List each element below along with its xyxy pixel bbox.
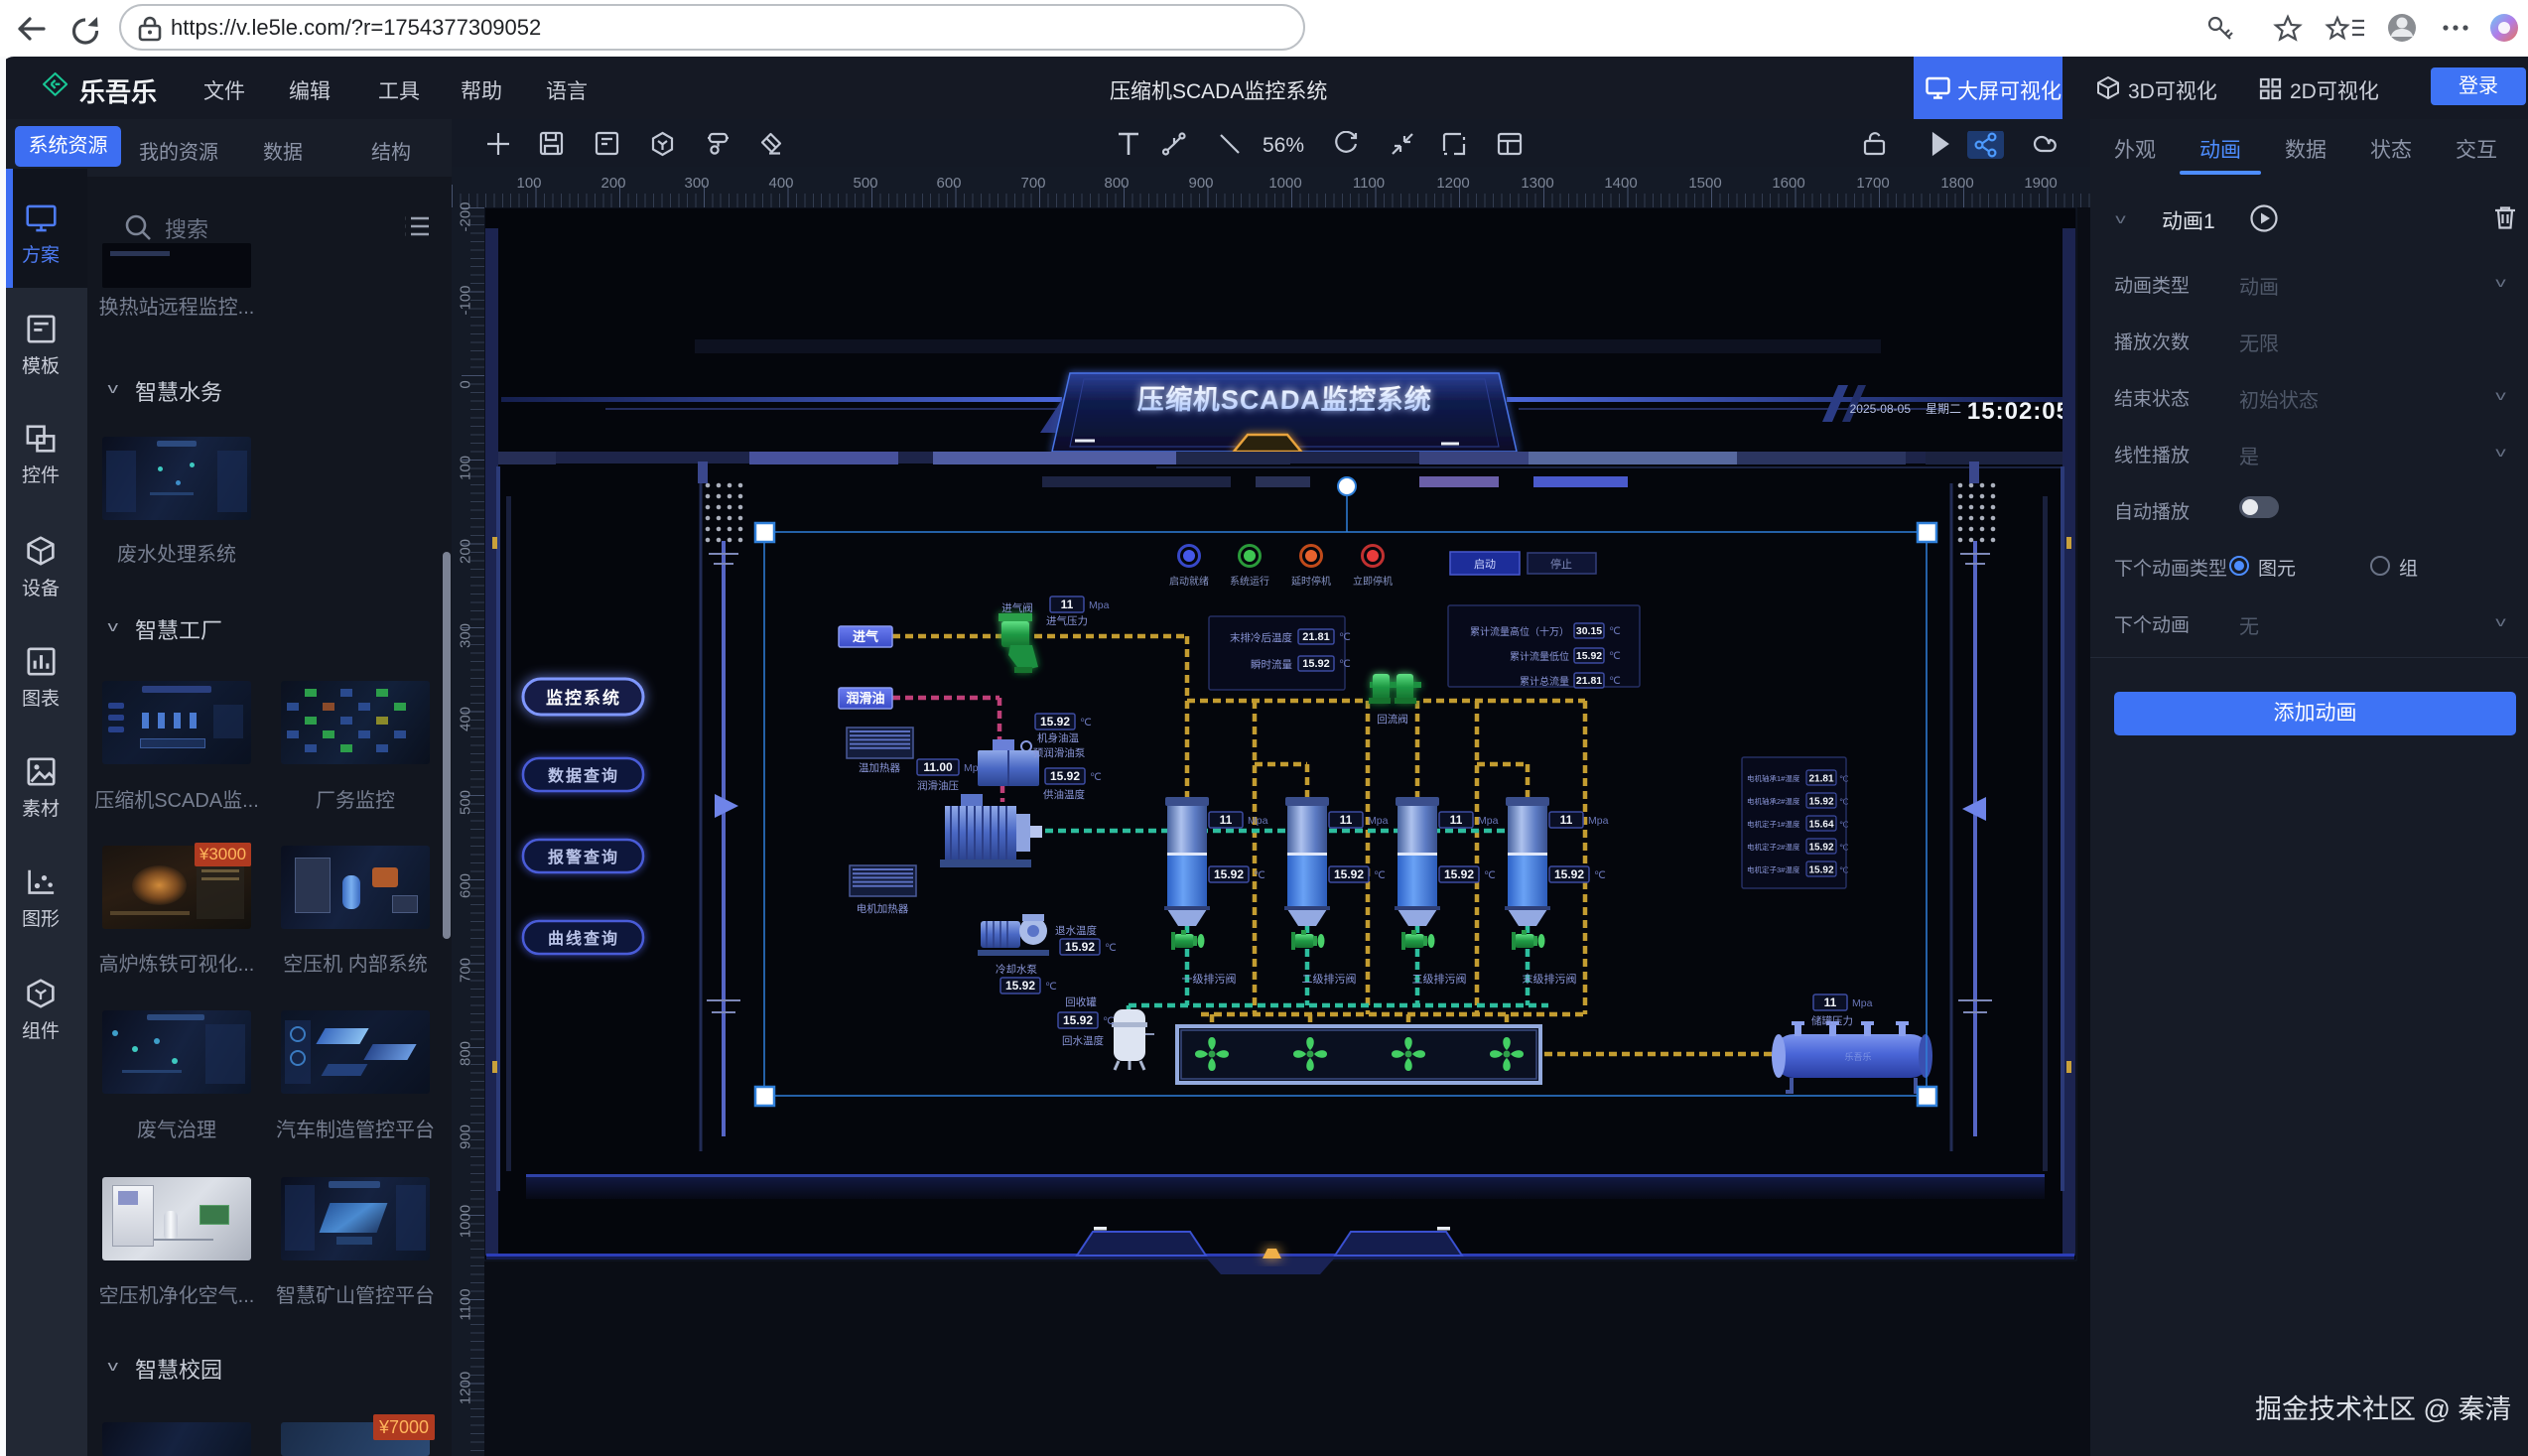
svg-text:Mpa: Mpa [1248,815,1268,827]
svg-text:℃: ℃ [1839,797,1849,807]
svg-text:15.92: 15.92 [1334,867,1364,881]
svg-text:℃: ℃ [1339,631,1351,643]
svg-text:℃: ℃ [1839,865,1849,875]
svg-text:15.92: 15.92 [1554,867,1584,881]
svg-text:15:02:05: 15:02:05 [1967,398,2070,425]
svg-text:21.81: 21.81 [1808,774,1833,785]
svg-text:℃: ℃ [1484,869,1496,881]
svg-text:15.92: 15.92 [1050,769,1080,783]
svg-text:21.81: 21.81 [1576,675,1602,687]
svg-text:润滑油压: 润滑油压 [917,779,959,792]
svg-text:曲线查询: 曲线查询 [548,929,619,948]
svg-text:启动: 启动 [1474,558,1496,571]
svg-text:℃: ℃ [1105,942,1117,954]
svg-text:系统运行: 系统运行 [1230,575,1269,588]
svg-text:15.92: 15.92 [1808,843,1833,854]
svg-text:56%: 56% [1263,134,1304,157]
svg-text:电机轴承2#温度: 电机轴承2#温度 [1747,796,1800,806]
svg-text:瞬时流量: 瞬时流量 [1251,658,1292,671]
svg-text:15.92: 15.92 [1065,940,1095,954]
svg-text:11.00: 11.00 [923,760,953,774]
svg-text:15.92: 15.92 [1576,650,1602,662]
svg-text:进气压力: 进气压力 [1046,614,1088,627]
svg-text:15.64: 15.64 [1808,820,1833,831]
svg-text:Mpa: Mpa [1368,815,1389,827]
svg-text:11: 11 [1220,813,1233,827]
svg-text:电机定子1#温度: 电机定子1#温度 [1747,819,1800,829]
svg-text:℃: ℃ [1609,650,1621,662]
svg-text:11: 11 [1340,813,1353,827]
svg-text:电机轴承1#温度: 电机轴承1#温度 [1747,773,1800,783]
svg-text:15.92: 15.92 [1302,658,1330,670]
svg-text:15.92: 15.92 [1063,1013,1093,1027]
svg-text:二级排污阀: 二级排污阀 [1302,972,1357,986]
svg-text:℃: ℃ [1103,1015,1115,1027]
svg-text:退水温度: 退水温度 [1055,924,1097,937]
svg-text:报警查询: 报警查询 [548,848,619,866]
svg-text:供油温度: 供油温度 [1043,788,1085,801]
svg-text:℃: ℃ [1080,717,1092,728]
svg-text:11: 11 [1450,813,1463,827]
svg-text:压缩机SCADA监控系统: 压缩机SCADA监控系统 [1136,384,1432,415]
svg-text:电机定子2#温度: 电机定子2#温度 [1747,842,1800,852]
svg-text:15.92: 15.92 [1808,865,1833,876]
svg-text:℃: ℃ [1374,869,1386,881]
svg-text:℃: ℃ [1839,843,1849,853]
svg-text:℃: ℃ [1839,820,1849,830]
svg-text:℃: ℃ [1254,869,1265,881]
svg-text:累计总流量: 累计总流量 [1520,675,1569,688]
svg-text:回流阀: 回流阀 [1377,713,1408,726]
svg-text:℃: ℃ [1609,675,1621,687]
svg-text:Mpa: Mpa [1478,815,1499,827]
svg-text:冷却水泵: 冷却水泵 [996,963,1037,976]
svg-text:进气阀: 进气阀 [1001,601,1033,614]
svg-text:回收罐: 回收罐 [1065,995,1097,1008]
svg-text:进气: 进气 [853,629,878,644]
svg-text:15.92: 15.92 [1214,867,1244,881]
svg-text:℃: ℃ [1090,771,1102,783]
svg-text:末级排污阀: 末级排污阀 [1523,972,1577,986]
svg-text:数据查询: 数据查询 [548,766,619,785]
svg-text:预润滑油泵: 预润滑油泵 [1033,746,1086,759]
svg-text:℃: ℃ [1839,774,1849,784]
svg-text:星期二: 星期二 [1926,402,1961,416]
svg-text:温加热器: 温加热器 [859,761,900,774]
svg-text:机身油温: 机身油温 [1037,731,1079,744]
svg-text:累计流量高位（十万）: 累计流量高位（十万） [1470,625,1569,638]
svg-text:一级排污阀: 一级排污阀 [1182,972,1237,986]
svg-text:℃: ℃ [1045,981,1057,993]
svg-text:延时停机: 延时停机 [1291,575,1331,588]
svg-text:电机定子3#温度: 电机定子3#温度 [1747,864,1800,874]
svg-text:Mpa: Mpa [1852,997,1873,1009]
svg-text:启动就绪: 启动就绪 [1169,575,1209,588]
svg-text:30.15: 30.15 [1576,625,1602,637]
svg-text:15.92: 15.92 [1005,979,1035,993]
svg-text:11: 11 [1061,597,1074,611]
svg-text:15.92: 15.92 [1808,797,1833,808]
svg-text:停止: 停止 [1550,557,1572,571]
svg-text:润滑油: 润滑油 [846,691,884,706]
svg-text:回水温度: 回水温度 [1062,1034,1104,1047]
svg-text:Mpa: Mpa [1588,815,1609,827]
svg-text:累计流量低位: 累计流量低位 [1510,650,1569,663]
svg-text:2025-08-05: 2025-08-05 [1850,402,1912,416]
svg-text:三级排污阀: 三级排污阀 [1412,972,1467,986]
svg-text:储罐压力: 储罐压力 [1811,1014,1853,1027]
svg-text:立即停机: 立即停机 [1353,575,1393,588]
svg-text:11: 11 [1824,995,1837,1009]
svg-text:15.92: 15.92 [1444,867,1474,881]
svg-text:℃: ℃ [1609,625,1621,637]
svg-text:21.81: 21.81 [1302,631,1330,643]
svg-text:11: 11 [1560,813,1573,827]
svg-text:电机加热器: 电机加热器 [857,902,909,915]
svg-text:℃: ℃ [1339,658,1351,670]
svg-text:℃: ℃ [1594,869,1606,881]
svg-text:15.92: 15.92 [1040,715,1070,728]
svg-text:监控系统: 监控系统 [546,688,621,708]
svg-text:末排冷后温度: 末排冷后温度 [1230,631,1292,644]
svg-text:Mpa: Mpa [1089,599,1110,611]
svg-text:乐吾乐: 乐吾乐 [1844,1051,1871,1062]
